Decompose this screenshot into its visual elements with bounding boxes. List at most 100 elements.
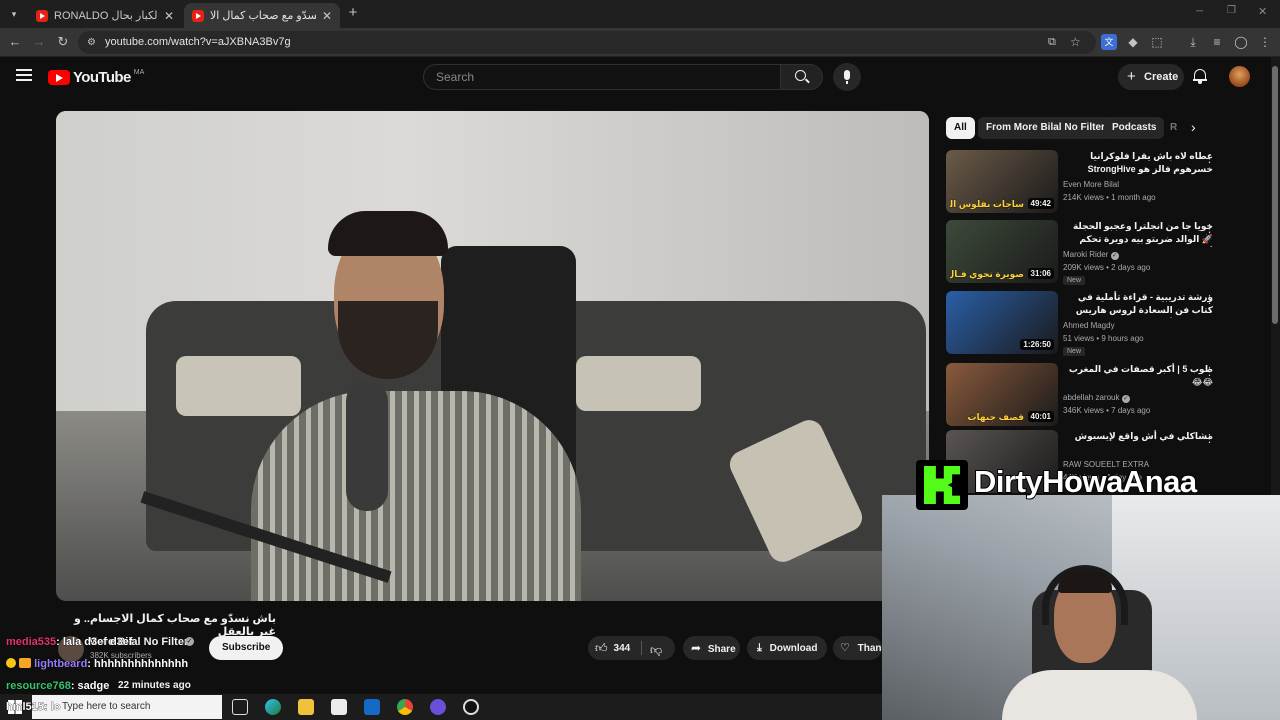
thanks-heart-icon: ♡ (840, 642, 850, 654)
site-info-icon[interactable]: ⚙ (87, 31, 96, 54)
recommended-video-title[interactable]: خويا جا من انجلترا وعجبو الحجلة 🚀 الوالد… (1063, 220, 1213, 247)
dislike-button[interactable]: 👎︎ (650, 641, 662, 659)
recommended-video-title[interactable]: ورشة تدريبية - قراءة تأملية في كتاب فن ا… (1063, 291, 1213, 318)
thanks-button[interactable]: ♡ Thanks (833, 636, 882, 660)
video-person-shirt (251, 391, 581, 601)
file-explorer-icon[interactable] (298, 699, 314, 715)
more-actions-icon[interactable]: ⋮ (1204, 222, 1215, 235)
recommended-video-title[interactable]: عطاه لاه باش يقرا فلوكرانيا خسرهوم فالز … (1063, 150, 1213, 177)
chat-message: resource768: sadge (6, 680, 110, 693)
browser-tab-2[interactable]: باش نسدّو مع صحاب كمال الا... ✕ (184, 3, 340, 28)
close-tab-icon[interactable]: ✕ (164, 9, 174, 23)
video-player[interactable] (56, 111, 929, 601)
extensions-puzzle-icon[interactable]: ⬚ (1149, 34, 1165, 50)
page-scrollbar-thumb[interactable] (1272, 66, 1278, 324)
obs-studio-icon[interactable] (430, 699, 446, 715)
recommended-channel-name[interactable]: abdellah zarouk ✓ (1063, 393, 1130, 403)
thumbs-up-icon: 👍︎ (595, 640, 608, 655)
recommended-video[interactable]: صويرة تحوي فـال 31:06 خويا جا من انجلترا و… (946, 220, 1226, 285)
edge-browser-icon[interactable] (265, 699, 281, 715)
obs-app-icon[interactable] (463, 699, 479, 715)
plus-icon: + (1127, 68, 1136, 85)
search-button[interactable] (781, 64, 823, 90)
recommended-video[interactable]: قصف جبهات 40:01 طوب 5 | أكبر قصفات في المغ… (946, 363, 1226, 427)
forward-arrow-icon[interactable]: → (30, 33, 48, 51)
chrome-icon[interactable] (397, 699, 413, 715)
close-tab-icon[interactable]: ✕ (322, 9, 332, 23)
chip-from-channel[interactable]: From More Bilal No Filter (978, 117, 1113, 139)
outlook-icon[interactable] (364, 699, 380, 715)
bookmark-star-icon[interactable]: ☆ (1070, 31, 1081, 54)
more-actions-icon[interactable]: ⋮ (1204, 293, 1215, 306)
recommended-video[interactable]: ساجات بفلوس القراية49:42عطاه لاه باش يقر… (946, 150, 1226, 214)
recommended-channel-name[interactable]: Ahmed Magdy (1063, 321, 1115, 330)
guide-menu-icon[interactable] (16, 67, 32, 83)
browser-toolbar: ← → ↻ ⚙ youtube.com/watch?v=aJXBNA3Bv7g … (0, 28, 1280, 57)
task-view-icon[interactable] (232, 699, 248, 715)
more-actions-icon[interactable]: ⋮ (1204, 152, 1215, 165)
chat-text: : sadge (70, 680, 110, 693)
microsoft-store-icon[interactable] (331, 699, 347, 715)
subscribe-button[interactable]: Subscribe (209, 636, 284, 660)
video-thumbnail[interactable]: قصف جبهات 40:01 (946, 363, 1058, 426)
share-button[interactable]: ➦ Share (683, 636, 740, 660)
video-thumbnail[interactable]: ساجات بفلوس القراية49:42 (946, 150, 1058, 213)
browser-menu-icon[interactable]: ⋮ (1257, 34, 1273, 50)
tab-search-button[interactable]: ▾ (6, 6, 22, 22)
posted-time: 22 minutes ago (118, 680, 191, 691)
recommended-video-title[interactable]: طوب 5 | أكبر قصفات في المغرب 😂😂 (1063, 363, 1213, 389)
recommended-video-title[interactable]: مشاكلي في أش واقع لإيسبوش (1063, 430, 1213, 443)
back-arrow-icon[interactable]: ← (6, 33, 24, 51)
channel-name-text: Maroki Rider (1063, 250, 1109, 259)
restore-window-icon[interactable]: ❐ (1227, 5, 1241, 16)
chat-text: : lala d3ef d3ef (56, 636, 133, 649)
address-bar[interactable]: ⚙ youtube.com/watch?v=aJXBNA3Bv7g ⧉ ☆ (78, 31, 1096, 54)
voice-search-button[interactable] (833, 63, 861, 91)
chip-all[interactable]: All (946, 117, 975, 139)
profile-icon[interactable]: ◯ (1233, 34, 1249, 50)
like-button[interactable]: 👍︎ 344 (595, 641, 630, 655)
chevron-right-icon[interactable]: › (1191, 119, 1196, 135)
video-duration: 31:06 (1027, 268, 1054, 279)
download-label: Download (769, 643, 818, 654)
microphone-icon (844, 70, 850, 80)
windows-taskbar: Type here to search (0, 694, 882, 720)
browser-tab-1[interactable]: RONALDO الرياضيين الكبار بحال ... ✕ (28, 3, 182, 28)
recommended-channel-name[interactable]: Maroki Rider ✓ (1063, 250, 1119, 260)
downloads-icon[interactable]: ⤓ (1185, 34, 1201, 50)
diamond-extension-icon[interactable]: ◆ (1125, 34, 1141, 50)
chat-username: lightbeard (34, 658, 88, 671)
recommended-channel-name[interactable]: Even More Bilal (1063, 180, 1119, 189)
video-thumbnail[interactable]: 1:26:50 (946, 291, 1058, 354)
create-button[interactable]: + Create (1118, 64, 1184, 90)
tab-title: RONALDO الرياضيين الكبار بحال ... (54, 10, 158, 22)
recommended-video[interactable]: 1:26:50 ورشة تدريبية - قراءة تأملية في كت… (946, 291, 1226, 356)
minimize-window-icon[interactable]: ─ (1196, 6, 1210, 17)
create-label: Create (1144, 71, 1179, 83)
close-window-icon[interactable]: ✕ (1258, 5, 1272, 18)
more-actions-icon[interactable]: ⋮ (1204, 365, 1215, 378)
youtube-favicon-icon (192, 9, 204, 22)
share-arrow-icon: ➦ (691, 641, 702, 655)
search-input[interactable]: Search (423, 64, 781, 90)
more-actions-icon[interactable]: ⋮ (1204, 432, 1215, 445)
channel-name-text: Even More Bilal (1063, 180, 1120, 189)
account-avatar[interactable] (1229, 66, 1250, 87)
chip-podcasts[interactable]: Podcasts (1104, 117, 1165, 139)
new-badge: New (1063, 276, 1086, 285)
reload-icon[interactable]: ↻ (54, 33, 72, 51)
video-thumbnail[interactable]: صويرة تحوي فـال 31:06 (946, 220, 1058, 283)
youtube-logo[interactable]: YouTube MA (48, 68, 144, 86)
recommended-video-meta: 346K views • 7 days ago (1063, 406, 1151, 415)
recommended-video-meta: 209K views • 2 days ago (1063, 263, 1151, 272)
video-microphone (346, 381, 388, 511)
install-app-icon[interactable]: ⧉ (1048, 31, 1056, 54)
media-control-icon[interactable]: ≡ (1209, 34, 1225, 50)
download-button[interactable]: ⤓ Download (747, 636, 827, 660)
chip-more[interactable]: R (1164, 117, 1182, 139)
new-tab-button[interactable]: + (345, 5, 361, 21)
taskbar-search-input[interactable]: Type here to search (32, 695, 222, 719)
chat-message: hml515: lo (6, 701, 61, 714)
translate-extension-icon[interactable]: 文 (1101, 34, 1117, 50)
notifications-bell-icon[interactable] (1193, 68, 1207, 84)
